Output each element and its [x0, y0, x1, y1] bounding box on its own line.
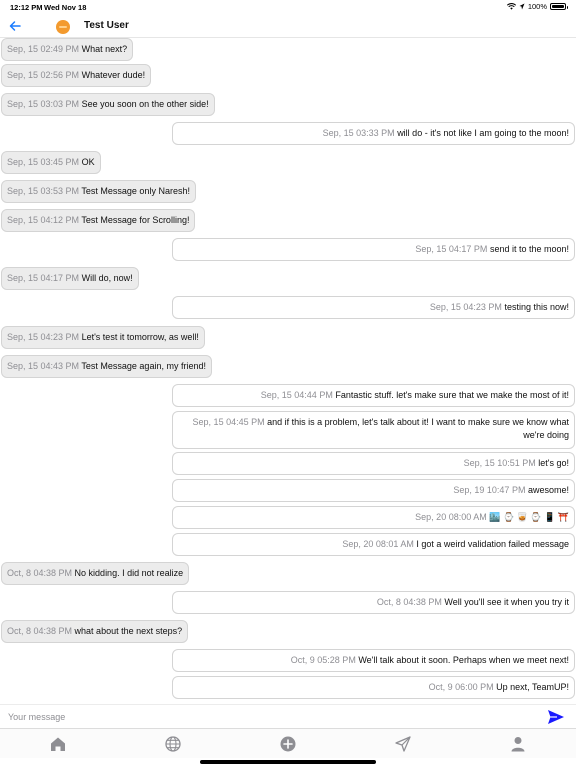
back-arrow-icon[interactable]: [7, 18, 23, 34]
message-timestamp: Oct, 9 05:28 PM: [290, 655, 356, 665]
message-timestamp: Sep, 20 08:01 AM: [342, 539, 414, 549]
message-timestamp: Oct, 8 04:38 PM: [7, 626, 73, 636]
message-incoming[interactable]: Sep, 15 03:03 PM See you soon on the oth…: [1, 93, 215, 116]
message-timestamp: Sep, 15 10:51 PM: [463, 458, 536, 468]
message-text: and if this is a problem, let's talk abo…: [267, 417, 569, 440]
plus-circle-icon[interactable]: [278, 734, 298, 754]
message-text: 🏙️ ⌚ 🥃 ⌚ 📱 ⛩️: [489, 512, 569, 522]
message-text: Test Message again, my friend!: [81, 361, 206, 371]
message-timestamp: Sep, 15 04:17 PM: [7, 273, 80, 283]
battery-fill: [552, 5, 564, 8]
message-incoming[interactable]: Sep, 15 02:49 PM What next?: [1, 38, 134, 61]
message-timestamp: Sep, 15 04:17 PM: [415, 244, 488, 254]
message-incoming[interactable]: Sep, 15 04:17 PM Will do, now!: [1, 267, 139, 290]
message-text: testing this now!: [504, 302, 569, 312]
message-incoming[interactable]: Oct, 8 04:38 PM No kidding. I did not re…: [1, 562, 190, 585]
message-outgoing[interactable]: Sep, 19 10:47 PM awesome!: [172, 479, 575, 502]
paper-plane-icon[interactable]: [393, 734, 413, 754]
message-text: let's go!: [538, 458, 569, 468]
message-timestamp: Sep, 15 03:03 PM: [7, 99, 80, 109]
message-outgoing[interactable]: Sep, 15 10:51 PM let's go!: [172, 452, 575, 475]
message-text: Will do, now!: [81, 273, 133, 283]
status-time: 12:12 PM: [10, 3, 43, 12]
globe-icon[interactable]: [163, 734, 183, 754]
message-text: what about the next steps?: [74, 626, 183, 636]
message-timestamp: Sep, 15 04:43 PM: [7, 361, 80, 371]
message-timestamp: Sep, 20 08:00 AM: [415, 512, 487, 522]
chat-header: Test User: [0, 14, 576, 38]
composer: [0, 704, 576, 728]
message-incoming[interactable]: Sep, 15 02:56 PM Whatever dude!: [1, 64, 152, 87]
message-text: awesome!: [527, 485, 569, 495]
status-date: Wed Nov 18: [44, 3, 87, 12]
message-incoming[interactable]: Sep, 15 03:45 PM OK: [1, 151, 101, 174]
message-timestamp: Sep, 19 10:47 PM: [453, 485, 526, 495]
wifi-icon: [506, 3, 516, 10]
message-timestamp: Sep, 15 04:44 PM: [260, 390, 333, 400]
message-outgoing[interactable]: Oct, 9 05:28 PM We'll talk about it soon…: [172, 649, 575, 672]
message-outgoing[interactable]: Sep, 20 08:01 AM I got a weird validatio…: [172, 533, 575, 556]
message-list[interactable]: Sep, 15 02:49 PM What next? Sep, 15 02:5…: [0, 38, 576, 704]
home-icon[interactable]: [48, 734, 68, 754]
battery-percent: 100%: [527, 2, 547, 11]
message-text: Up next, TeamUP!: [496, 682, 569, 692]
message-text: send it to the moon!: [489, 244, 569, 254]
message-timestamp: Sep, 15 03:53 PM: [7, 186, 80, 196]
message-input[interactable]: [8, 708, 528, 726]
message-outgoing[interactable]: Sep, 15 04:23 PM testing this now!: [172, 296, 575, 319]
message-timestamp: Oct, 8 04:38 PM: [376, 597, 442, 607]
location-icon: [519, 3, 525, 10]
message-text: I got a weird validation failed message: [416, 539, 569, 549]
message-timestamp: Sep, 15 04:12 PM: [7, 215, 80, 225]
message-timestamp: Sep, 15 04:23 PM: [7, 332, 80, 342]
message-text: Test Message for Scrolling!: [81, 215, 190, 225]
person-icon[interactable]: [508, 734, 528, 754]
message-text: Whatever dude!: [81, 70, 146, 80]
message-timestamp: Sep, 15 03:45 PM: [7, 157, 80, 167]
message-outgoing[interactable]: Sep, 20 08:00 AM 🏙️ ⌚ 🥃 ⌚ 📱 ⛩️: [172, 506, 575, 529]
message-timestamp: Oct, 8 04:38 PM: [7, 568, 73, 578]
message-timestamp: Oct, 9 06:00 PM: [428, 682, 494, 692]
tab-bar: [0, 728, 576, 758]
message-outgoing[interactable]: Sep, 15 04:44 PM Fantastic stuff. let's …: [172, 384, 575, 407]
message-text: What next?: [81, 44, 128, 54]
message-incoming[interactable]: Sep, 15 04:43 PM Test Message again, my …: [1, 355, 212, 378]
message-timestamp: Sep, 15 02:49 PM: [7, 44, 80, 54]
message-incoming[interactable]: Sep, 15 04:23 PM Let's test it tomorrow,…: [1, 326, 205, 349]
message-incoming[interactable]: Oct, 8 04:38 PM what about the next step…: [1, 620, 189, 643]
message-text: Well you'll see it when you try it: [444, 597, 569, 607]
message-incoming[interactable]: Sep, 15 03:53 PM Test Message only Nares…: [1, 180, 196, 203]
status-indicators: 100%: [506, 2, 568, 11]
battery-icon: [550, 3, 568, 10]
status-bar: 12:12 PM Wed Nov 18 100%: [0, 0, 576, 14]
message-timestamp: Sep, 15 04:45 PM: [192, 417, 265, 427]
message-outgoing[interactable]: Oct, 9 06:00 PM Up next, TeamUP!: [172, 676, 575, 699]
message-text: We'll talk about it soon. Perhaps when w…: [358, 655, 569, 665]
message-text: No kidding. I did not realize: [74, 568, 184, 578]
message-outgoing[interactable]: Oct, 8 04:38 PM Well you'll see it when …: [172, 591, 575, 614]
home-indicator: [200, 760, 376, 764]
message-outgoing[interactable]: Sep, 15 04:45 PM and if this is a proble…: [172, 411, 575, 449]
message-outgoing[interactable]: Sep, 15 04:17 PM send it to the moon!: [172, 238, 575, 261]
send-icon[interactable]: [546, 708, 566, 726]
message-text: will do - it's not like I am going to th…: [397, 128, 569, 138]
message-incoming[interactable]: Sep, 15 04:12 PM Test Message for Scroll…: [1, 209, 196, 232]
message-timestamp: Sep, 15 04:23 PM: [429, 302, 502, 312]
avatar-icon[interactable]: [56, 20, 70, 34]
message-outgoing[interactable]: Sep, 15 03:33 PM will do - it's not like…: [172, 122, 575, 145]
message-timestamp: Sep, 15 02:56 PM: [7, 70, 80, 80]
message-text: See you soon on the other side!: [81, 99, 209, 109]
message-text: Fantastic stuff. let's make sure that we…: [335, 390, 569, 400]
message-text: Let's test it tomorrow, as well!: [81, 332, 199, 342]
chat-title: Test User: [84, 20, 129, 31]
message-text: OK: [81, 157, 95, 167]
message-text: Test Message only Naresh!: [81, 186, 190, 196]
message-timestamp: Sep, 15 03:33 PM: [322, 128, 395, 138]
